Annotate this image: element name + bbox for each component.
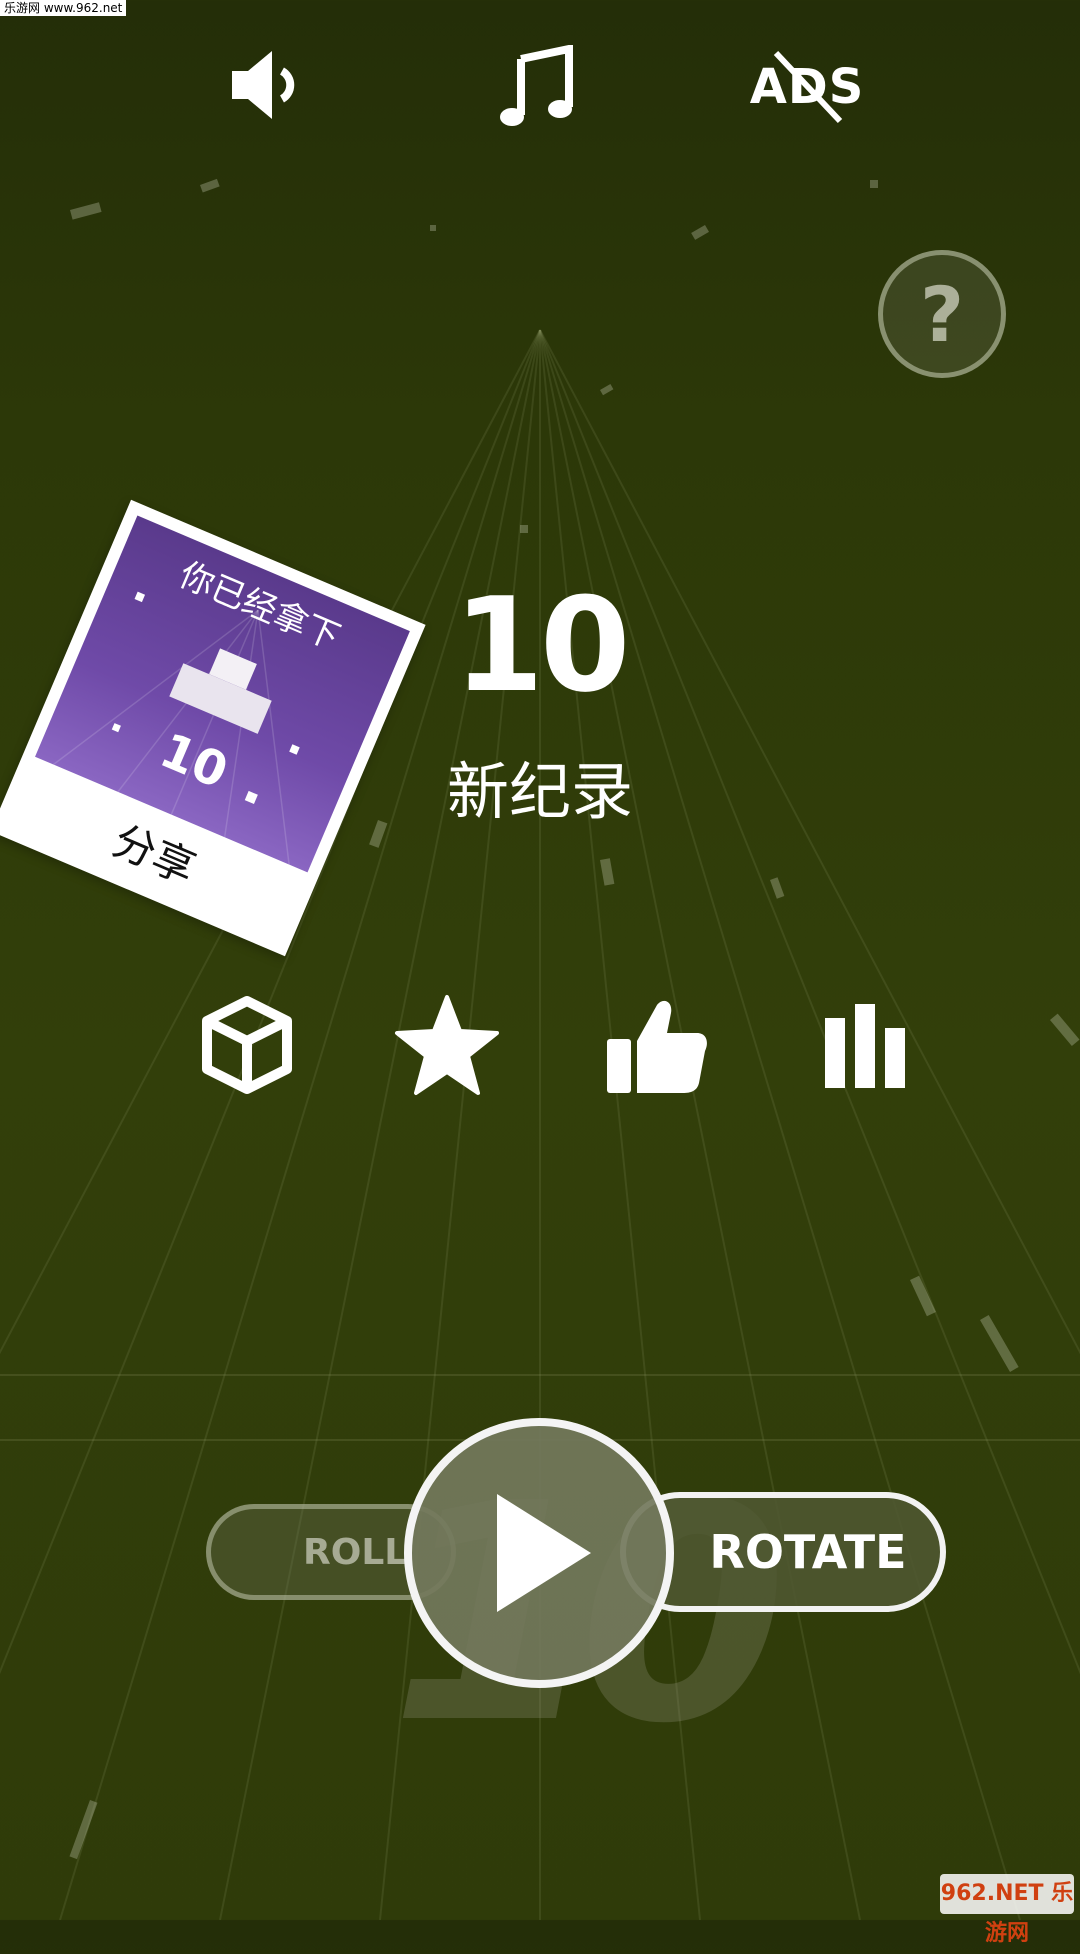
play-icon [497,1494,591,1612]
music-note-icon[interactable] [492,45,582,129]
watermark-top-left: 乐游网 www.962.net [0,0,127,16]
cube-icon[interactable] [192,990,302,1100]
watermark-bottom-right: 962.NET 乐游网 [940,1874,1074,1946]
particle [430,225,436,231]
particle [200,178,220,193]
particle [691,224,709,240]
particle [600,384,614,396]
thumbs-up-icon[interactable] [602,990,712,1100]
help-button[interactable]: ? [878,250,1006,378]
particle [1050,1013,1080,1047]
speaker-icon[interactable] [225,45,315,125]
leaderboard-icon[interactable] [810,990,920,1100]
particle [70,202,102,220]
new-record-label: 新纪录 [446,755,633,828]
strike-icon [773,50,843,124]
no-ads-button[interactable]: ADS [750,45,863,129]
play-button[interactable] [404,1418,674,1688]
particle [770,877,785,899]
score-value: 10 [453,569,631,721]
particle [979,1315,1019,1372]
rotate-label: ROTATE [709,1525,907,1579]
particle [69,1800,98,1860]
particle [870,180,878,188]
particle [600,858,615,886]
star-icon[interactable] [392,990,502,1100]
particle [520,525,528,533]
roll-label: ROLL [303,1531,408,1573]
